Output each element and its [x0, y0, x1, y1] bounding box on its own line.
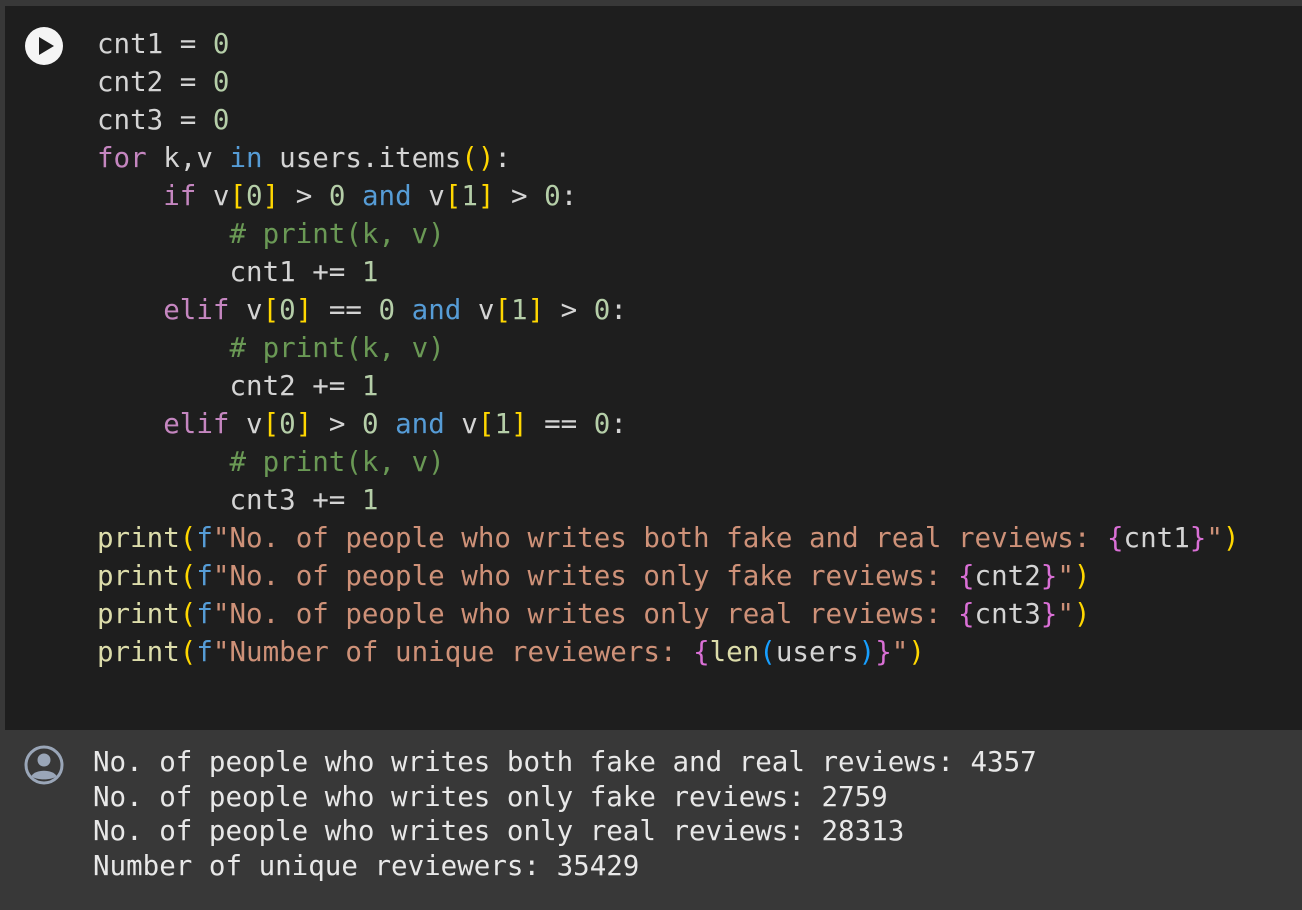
play-icon: [39, 37, 54, 55]
output-line: No. of people who writes only fake revie…: [93, 780, 888, 813]
code-line-17: print(f"Number of unique reviewers: {len…: [97, 636, 925, 668]
output-text: No. of people who writes both fake and r…: [93, 745, 1037, 883]
code-line-10: cnt2 += 1: [229, 370, 379, 402]
user-icon: [24, 745, 64, 785]
notebook-cell: cnt1 = 0 cnt2 = 0 cnt3 = 0 for k,v in users…: [0, 0, 1302, 910]
code-line-4: for k,v in users.items():: [97, 142, 511, 174]
code-line-12: # print(k, v): [229, 446, 445, 478]
code-line-13: cnt3 += 1: [229, 484, 379, 516]
code-line-3: cnt3 = 0: [97, 104, 230, 136]
code-line-2: cnt2 = 0: [97, 66, 230, 98]
output-line: No. of people who writes only real revie…: [93, 815, 905, 847]
output-line: No. of people who writes both fake and r…: [93, 746, 1037, 778]
run-cell-button[interactable]: [25, 27, 63, 65]
code-line-8: elif v[0] == 0 and v[1] > 0:: [163, 294, 627, 326]
code-line-5: if v[0] > 0 and v[1] > 0:: [163, 180, 578, 212]
code-line-15: print(f"No. of people who writes only fa…: [97, 560, 1091, 592]
output-line: Number of unique reviewers: 35429: [93, 849, 640, 882]
code-line-14: print(f"No. of people who writes both fa…: [97, 522, 1240, 554]
code-line-1: cnt1 = 0: [97, 28, 230, 60]
code-line-6: # print(k, v): [229, 218, 445, 250]
code-line-7: cnt1 += 1: [229, 256, 379, 288]
code-block[interactable]: cnt1 = 0 cnt2 = 0 cnt3 = 0 for k,v in users…: [97, 25, 1239, 671]
code-line-11: elif v[0] > 0 and v[1] == 0:: [163, 408, 627, 440]
cell-output: No. of people who writes both fake and r…: [0, 730, 1302, 910]
code-line-9: # print(k, v): [229, 332, 445, 364]
code-line-16: print(f"No. of people who writes only re…: [97, 598, 1091, 630]
